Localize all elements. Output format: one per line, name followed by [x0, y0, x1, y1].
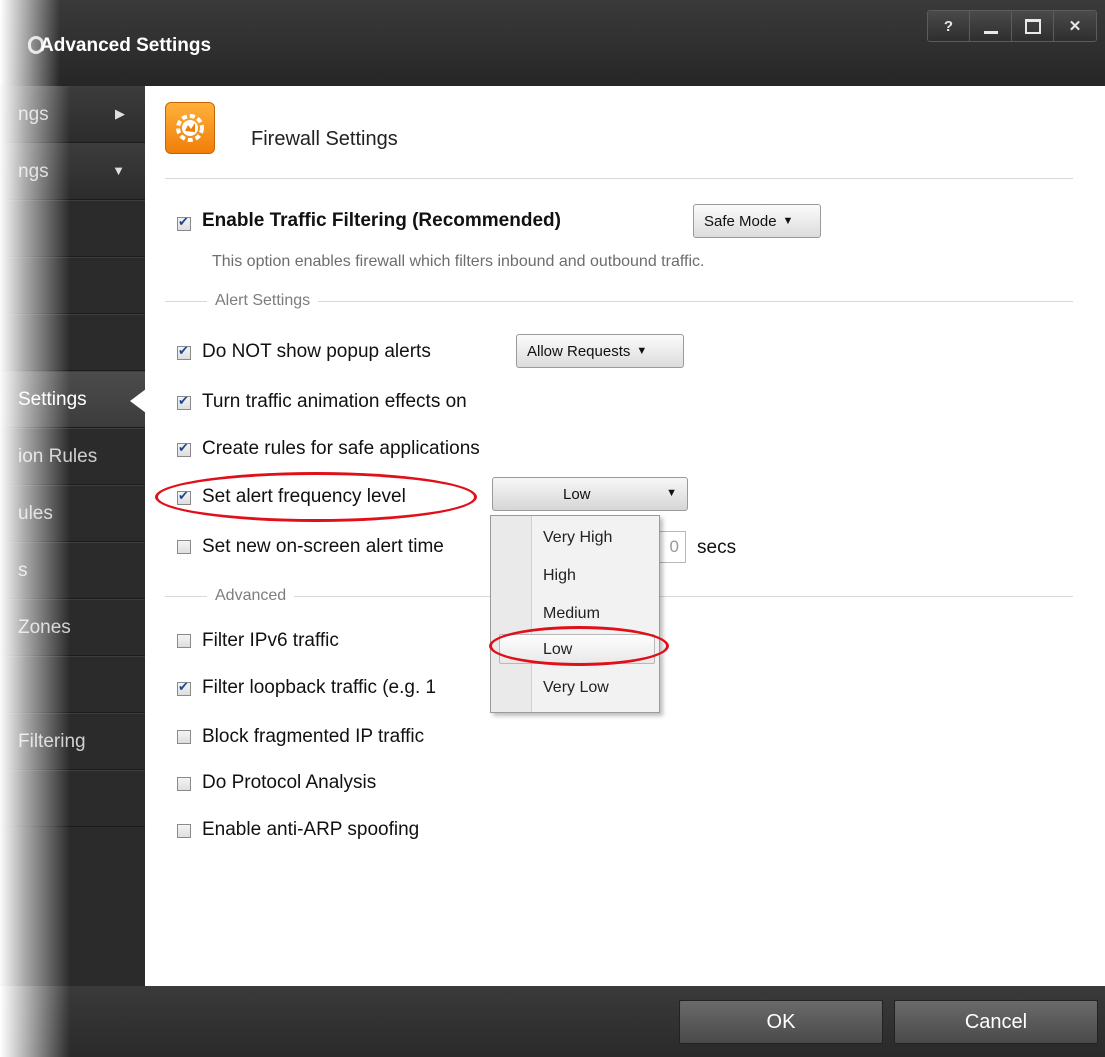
traffic-mode-dropdown[interactable]: Safe Mode ▼: [693, 204, 821, 238]
menu-item-selected-highlight: [499, 634, 655, 664]
menu-item-very-low[interactable]: Very Low: [543, 679, 609, 697]
menu-item-very-high[interactable]: Very High: [543, 529, 612, 547]
divider: [165, 178, 1073, 179]
maximize-button[interactable]: [1012, 11, 1054, 41]
protocol-analysis-label: Do Protocol Analysis: [202, 772, 377, 793]
menu-item-high[interactable]: High: [543, 567, 576, 585]
alert-frequency-dropdown[interactable]: Low ▼: [492, 477, 688, 511]
sidebar-item-rulesets[interactable]: s: [0, 542, 145, 599]
alert-timeout-label: Set new on-screen alert time: [202, 536, 444, 557]
sidebar-item-label: ngs: [18, 161, 49, 182]
advanced-settings-window: Advanced Settings ? ✕ ngs ▶ ngs ▼ Settin…: [0, 0, 1105, 1057]
popup-alerts-dropdown[interactable]: Allow Requests ▼: [516, 334, 684, 368]
menu-item-low[interactable]: Low: [543, 641, 572, 659]
block-fragmented-checkbox[interactable]: [177, 730, 191, 744]
no-popup-alerts-label: Do NOT show popup alerts: [202, 341, 431, 362]
sidebar-item-security-settings[interactable]: ngs ▼: [0, 143, 145, 200]
filter-loopback-label: Filter loopback traffic (e.g. 1: [202, 677, 437, 698]
chevron-down-icon: ▼: [782, 215, 794, 227]
maximize-icon: [1024, 18, 1041, 34]
sidebar-item[interactable]: [0, 656, 145, 713]
page-title: Firewall Settings: [251, 128, 398, 150]
button-bar: OK Cancel: [0, 986, 1105, 1057]
advanced-heading: Advanced: [207, 587, 295, 605]
block-fragmented-label: Block fragmented IP traffic: [202, 726, 425, 747]
alert-frequency-value: Low: [563, 486, 591, 503]
firewall-gear-icon: [165, 102, 215, 154]
filter-ipv6-checkbox[interactable]: [177, 634, 191, 648]
traffic-animation-checkbox[interactable]: [177, 393, 191, 410]
sidebar-item-firewall-settings[interactable]: Settings: [0, 371, 146, 428]
sidebar-item[interactable]: [0, 257, 145, 314]
filter-ipv6-label: Filter IPv6 traffic: [202, 630, 339, 651]
minimize-icon: [983, 30, 998, 34]
safe-app-rules-label: Create rules for safe applications: [202, 438, 480, 459]
traffic-description: This option enables firewall which filte…: [212, 253, 705, 270]
alert-settings-heading: Alert Settings: [207, 292, 319, 310]
sidebar-item-label: Settings: [18, 389, 87, 410]
chevron-down-icon: ▼: [636, 345, 648, 357]
enable-traffic-filtering-label: Enable Traffic Filtering (Recommended): [202, 210, 561, 231]
traffic-animation-label: Turn traffic animation effects on: [202, 391, 467, 412]
sidebar-item[interactable]: [0, 314, 145, 371]
traffic-mode-value: Safe Mode: [704, 212, 777, 230]
alert-frequency-checkbox[interactable]: [177, 488, 191, 505]
sidebar-item-general-settings[interactable]: ngs ▶: [0, 86, 145, 143]
chevron-right-icon: ▶: [115, 106, 125, 121]
protocol-analysis-checkbox[interactable]: [177, 777, 191, 791]
sidebar-item-label: ngs: [18, 104, 49, 125]
sidebar-item-website-filtering[interactable]: Filtering: [0, 713, 145, 770]
close-button[interactable]: ✕: [1054, 11, 1096, 41]
help-button[interactable]: ?: [928, 11, 970, 41]
chevron-down-icon: ▼: [666, 487, 677, 499]
enable-traffic-filtering-checkbox[interactable]: [177, 214, 191, 231]
no-popup-alerts-checkbox[interactable]: [177, 343, 191, 360]
window-controls: ? ✕: [927, 10, 1097, 42]
active-pointer-icon: [130, 389, 146, 413]
menu-item-medium[interactable]: Medium: [543, 605, 600, 623]
sidebar-item-network-zones[interactable]: Zones: [0, 599, 145, 656]
safe-app-rules-checkbox[interactable]: [177, 440, 191, 457]
filter-loopback-checkbox[interactable]: [177, 679, 191, 696]
anti-arp-label: Enable anti-ARP spoofing: [202, 819, 420, 840]
popup-alerts-value: Allow Requests: [527, 342, 631, 360]
timeout-unit-label: secs: [697, 537, 737, 558]
chevron-down-icon: ▼: [112, 163, 125, 178]
sidebar-item[interactable]: [0, 770, 145, 827]
window-title: Advanced Settings: [40, 35, 212, 56]
sidebar: ngs ▶ ngs ▼ Settings ion Rules ules s Zo…: [0, 86, 146, 986]
sidebar-item-global-rules[interactable]: ules: [0, 485, 145, 542]
minimize-button[interactable]: [970, 11, 1012, 41]
ok-button[interactable]: OK: [679, 1000, 883, 1044]
title-bar: Advanced Settings ? ✕: [0, 0, 1105, 86]
alert-timeout-checkbox[interactable]: [177, 540, 191, 554]
alert-frequency-label: Set alert frequency level: [202, 486, 406, 507]
firewall-settings-panel: Firewall Settings Enable Traffic Filteri…: [145, 86, 1105, 986]
anti-arp-checkbox[interactable]: [177, 824, 191, 838]
alert-frequency-menu: Very High High Medium Low Very Low: [490, 515, 660, 713]
sidebar-item-application-rules[interactable]: ion Rules: [0, 428, 145, 485]
cancel-button[interactable]: Cancel: [894, 1000, 1098, 1044]
sidebar-item[interactable]: [0, 200, 145, 257]
